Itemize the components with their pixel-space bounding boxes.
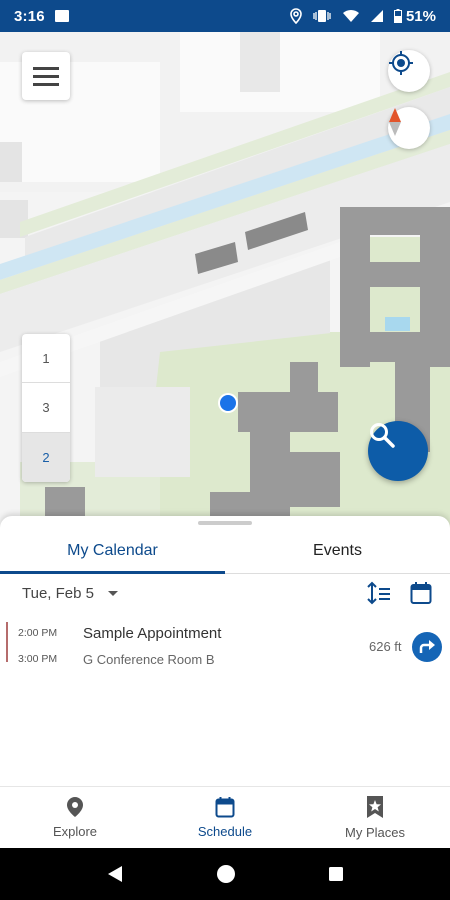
battery-level: 51%: [405, 7, 436, 25]
status-time: 3:16: [14, 7, 45, 25]
vibrate-icon: [313, 10, 331, 22]
appointment-distance: 626 ft: [369, 639, 402, 654]
back-icon[interactable]: [106, 865, 124, 883]
appointment-start-time: 2:00 PM: [18, 627, 58, 639]
nav-schedule-label: Schedule: [197, 824, 253, 839]
location-icon: [290, 8, 302, 24]
tab-events[interactable]: Events: [225, 528, 450, 573]
calendar-sheet: My Calendar Events Tue, Feb 5 2:00 PM 3:…: [0, 516, 450, 786]
directions-arrow-icon: [419, 640, 435, 653]
nav-my-places[interactable]: My Places: [300, 787, 450, 848]
my-location-button[interactable]: [388, 50, 430, 92]
menu-icon: [33, 66, 59, 70]
calendar-tabs: My Calendar Events: [0, 528, 450, 574]
battery-icon: [393, 9, 402, 23]
calendar-icon: [215, 797, 235, 818]
date-selector[interactable]: Tue, Feb 5: [22, 585, 118, 602]
appointment-color-bar: [6, 622, 8, 662]
bottom-navigation: Explore Schedule My Places: [0, 786, 450, 848]
selected-date: Tue, Feb 5: [22, 584, 94, 602]
nav-schedule[interactable]: Schedule: [150, 787, 300, 848]
recents-icon[interactable]: [328, 866, 344, 882]
crosshair-icon: [389, 51, 413, 75]
floor-option[interactable]: 1: [22, 334, 70, 384]
home-icon[interactable]: [215, 863, 237, 885]
menu-button[interactable]: [22, 52, 70, 100]
image-notification-icon: [54, 10, 69, 22]
chevron-down-icon: [107, 590, 118, 596]
tab-my-calendar[interactable]: My Calendar: [0, 528, 225, 574]
signal-icon: [370, 10, 383, 22]
nav-explore[interactable]: Explore: [0, 787, 150, 848]
status-icons: 51%: [290, 8, 436, 25]
nav-my-places-label: My Places: [345, 825, 405, 840]
sort-icon[interactable]: [366, 581, 392, 605]
pin-icon: [67, 797, 83, 817]
sheet-grab-handle[interactable]: [198, 521, 252, 525]
appointment-title: Sample Appointment: [83, 625, 222, 642]
appointment-item[interactable]: 2:00 PM 3:00 PM Sample Appointment G Con…: [6, 622, 446, 667]
status-bar: 3:16 51%: [0, 0, 450, 32]
compass-button[interactable]: [388, 107, 430, 149]
appointment-end-time: 3:00 PM: [18, 653, 58, 665]
map-view[interactable]: 1 3 2: [0, 32, 450, 532]
search-button[interactable]: [368, 421, 428, 481]
system-navigation-bar: [0, 848, 450, 900]
directions-button[interactable]: [412, 632, 442, 662]
nav-explore-label: Explore: [52, 824, 98, 839]
floor-option-active[interactable]: 2: [22, 432, 70, 482]
search-icon: [370, 423, 395, 448]
date-actions: [366, 581, 432, 605]
floor-picker[interactable]: 1 3 2: [22, 334, 70, 482]
appointment-location: G Conference Room B: [83, 652, 215, 667]
bookmark-star-icon: [367, 796, 383, 818]
floor-option[interactable]: 3: [22, 383, 70, 433]
compass-icon: [389, 108, 401, 136]
date-row: Tue, Feb 5: [22, 578, 432, 608]
wifi-icon: [342, 9, 359, 22]
calendar-picker-icon[interactable]: [410, 581, 432, 605]
